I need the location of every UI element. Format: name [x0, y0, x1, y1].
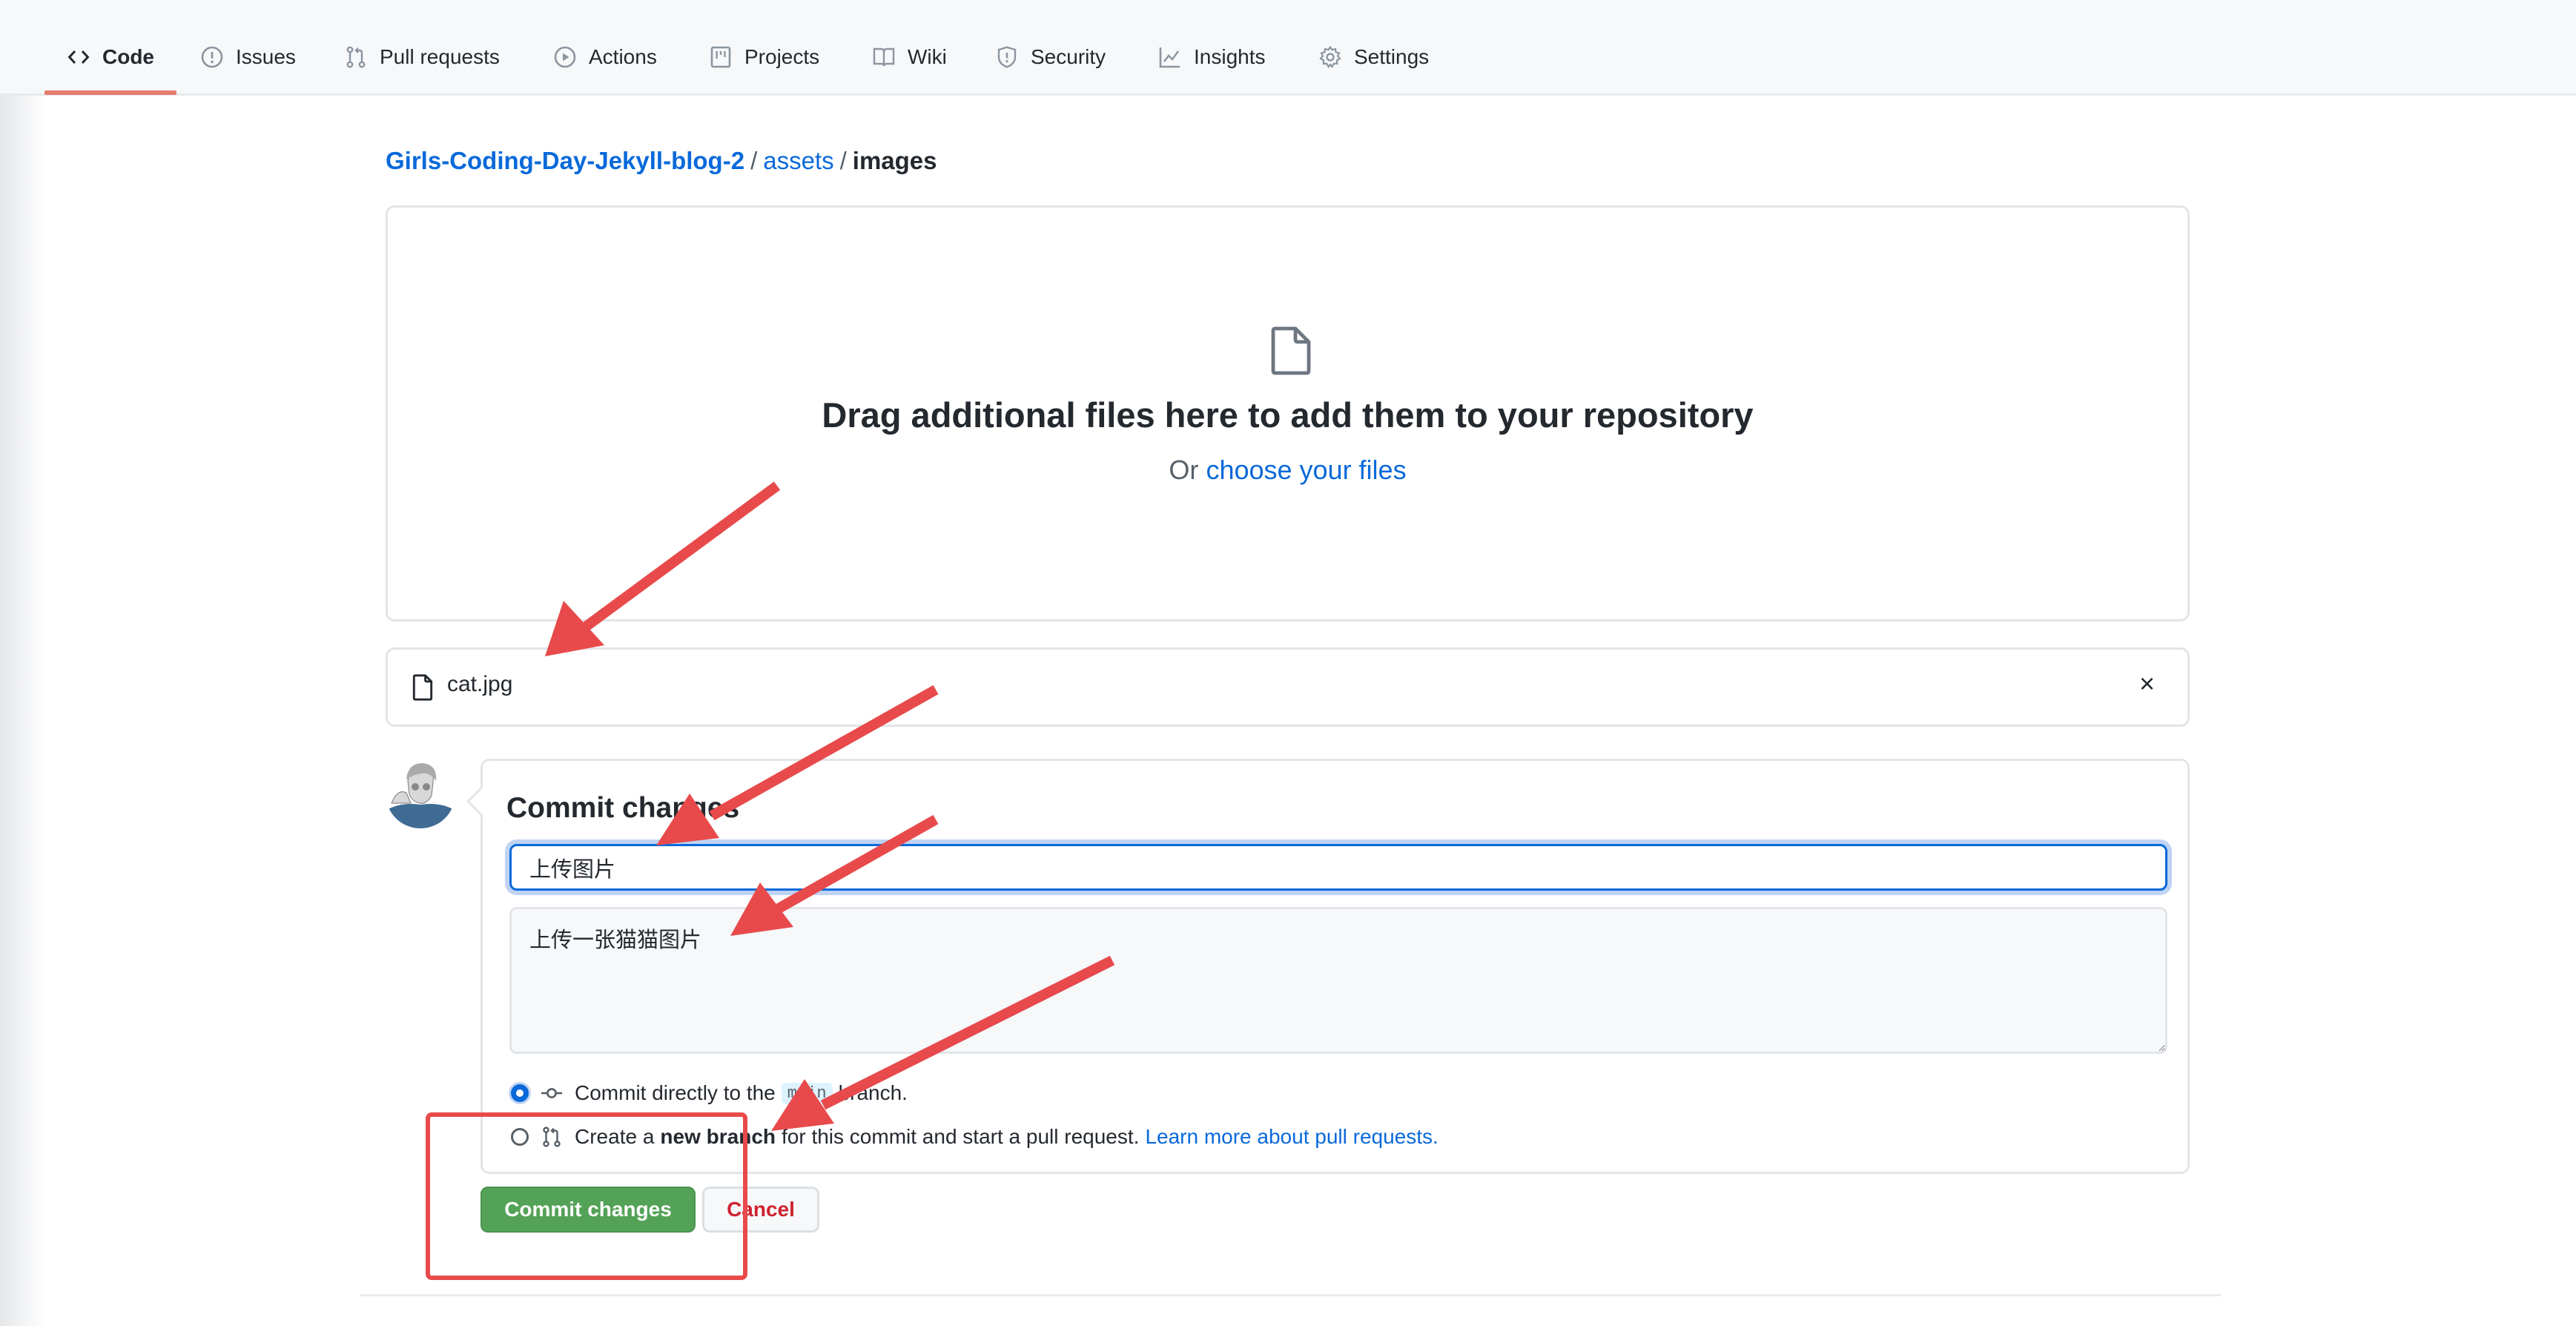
- new-branch-text: Create a: [575, 1125, 655, 1148]
- gear-icon: [1319, 45, 1341, 68]
- new-branch-radio[interactable]: [511, 1128, 529, 1146]
- dropzone-subtitle: Or choose your files: [388, 455, 2187, 486]
- window-edge-shadow: [0, 0, 44, 1326]
- uploaded-file-row: cat.jpg ×: [386, 647, 2190, 727]
- tab-pull-requests[interactable]: Pull requests: [344, 39, 500, 76]
- file-icon: [1271, 326, 1311, 375]
- remove-file-button[interactable]: ×: [2139, 669, 2155, 699]
- tab-label: Insights: [1194, 45, 1266, 68]
- breadcrumb-separator: /: [839, 147, 847, 174]
- cancel-button[interactable]: Cancel: [702, 1187, 819, 1233]
- commit-changes-button[interactable]: Commit changes: [480, 1187, 696, 1233]
- branch-name: main: [781, 1082, 833, 1104]
- dropzone-or: Or: [1169, 455, 1199, 485]
- comment-caret: [466, 785, 498, 817]
- breadcrumb-repo-link[interactable]: Girls-Coding-Day-Jekyll-blog-2: [386, 147, 744, 174]
- footer-divider: [360, 1294, 2221, 1296]
- issue-opened-icon: [201, 46, 223, 68]
- breadcrumb: Girls-Coding-Day-Jekyll-blog-2/assets / im…: [386, 145, 937, 177]
- tab-projects[interactable]: Projects: [709, 39, 819, 76]
- learn-more-pull-requests-link[interactable]: Learn more about pull requests.: [1145, 1125, 1438, 1149]
- avatar: [386, 759, 455, 828]
- choose-files-link[interactable]: choose your files: [1206, 455, 1406, 485]
- option-commit-direct[interactable]: Commit directly to the main branch.: [511, 1081, 908, 1105]
- breadcrumb-separator: /: [750, 147, 758, 174]
- active-tab-indicator: [44, 90, 176, 95]
- tab-label: Actions: [589, 45, 657, 68]
- tab-settings[interactable]: Settings: [1318, 39, 1429, 76]
- repo-nav: Code Issues Pull requests Actions Projec…: [0, 0, 2576, 96]
- git-pull-request-icon: [543, 1127, 561, 1147]
- file-dropzone[interactable]: Drag additional files here to add them t…: [386, 205, 2190, 621]
- tab-issues[interactable]: Issues: [200, 39, 296, 76]
- option-new-branch[interactable]: Create a new branch for this commit and …: [511, 1125, 1439, 1149]
- tab-code[interactable]: Code: [67, 39, 154, 76]
- tab-wiki[interactable]: Wiki: [872, 39, 947, 76]
- book-icon: [873, 47, 895, 67]
- new-branch-bold: new branch: [660, 1125, 776, 1148]
- tab-label: Code: [102, 45, 154, 68]
- tab-label: Issues: [236, 45, 296, 68]
- tab-insights[interactable]: Insights: [1158, 39, 1266, 76]
- git-pull-request-icon: [346, 46, 366, 68]
- new-branch-text-after: for this commit and start a pull request…: [782, 1125, 1140, 1148]
- breadcrumb-current: images: [852, 147, 937, 174]
- file-name: cat.jpg: [447, 672, 513, 696]
- dropzone-title: Drag additional files here to add them t…: [822, 395, 1754, 435]
- tab-label: Settings: [1354, 45, 1430, 68]
- play-icon: [554, 46, 576, 68]
- tab-actions[interactable]: Actions: [553, 39, 657, 76]
- tab-label: Projects: [744, 45, 820, 68]
- tab-label: Wiki: [908, 45, 947, 68]
- commit-form: Commit changes 上传一张猫猫图片 Commit directly …: [466, 759, 2190, 1174]
- breadcrumb-assets-link[interactable]: assets: [763, 147, 833, 174]
- commit-direct-radio[interactable]: [511, 1084, 529, 1102]
- code-icon: [67, 50, 90, 65]
- commit-direct-text-after: branch.: [838, 1081, 908, 1104]
- commit-summary-input[interactable]: [509, 844, 2167, 891]
- tab-label: Security: [1031, 45, 1106, 68]
- project-icon: [710, 46, 731, 68]
- avatar-image: [386, 759, 455, 828]
- shield-icon: [997, 46, 1017, 68]
- commit-title: Commit changes: [506, 792, 740, 824]
- tab-label: Pull requests: [380, 45, 500, 68]
- commit-direct-text: Commit directly to the: [575, 1081, 776, 1104]
- tab-security[interactable]: Security: [995, 39, 1106, 76]
- graph-icon: [1159, 47, 1180, 68]
- commit-description-textarea[interactable]: 上传一张猫猫图片: [509, 907, 2167, 1054]
- file-icon: [412, 674, 433, 701]
- git-commit-icon: [541, 1088, 563, 1098]
